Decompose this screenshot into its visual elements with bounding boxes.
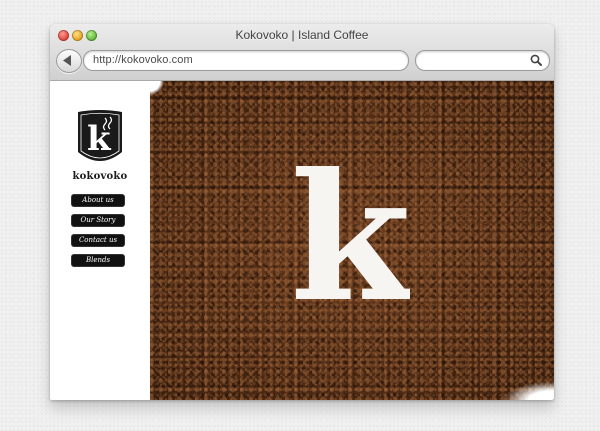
search-input[interactable] bbox=[415, 50, 550, 71]
page-content: k kokovoko About us Our Story Contact us… bbox=[50, 81, 554, 400]
nav-blends[interactable]: Blends bbox=[72, 255, 124, 266]
back-arrow-icon bbox=[63, 55, 71, 66]
nav-our-story[interactable]: Our Story bbox=[72, 215, 124, 226]
brand-name: kokovoko bbox=[72, 171, 128, 182]
hero-corner-highlight bbox=[150, 81, 166, 99]
hero-coffee-image: k bbox=[150, 81, 554, 400]
browser-window: Kokovoko | Island Coffee http://kokovoko… bbox=[50, 24, 554, 400]
url-text: http://kokovoko.com bbox=[93, 54, 193, 66]
address-bar[interactable]: http://kokovoko.com bbox=[83, 50, 409, 71]
svg-text:k: k bbox=[290, 151, 410, 301]
nav-about-us[interactable]: About us bbox=[72, 195, 124, 206]
hero-corner-highlight bbox=[494, 378, 554, 400]
window-title: Kokovoko | Island Coffee bbox=[235, 28, 369, 42]
back-button[interactable] bbox=[56, 49, 82, 73]
k-letter-stencil-icon: k bbox=[290, 151, 410, 301]
browser-toolbar: Kokovoko | Island Coffee http://kokovoko… bbox=[50, 24, 554, 81]
nav-contact-us[interactable]: Contact us bbox=[72, 235, 124, 246]
search-icon bbox=[530, 54, 542, 66]
sidebar: k kokovoko About us Our Story Contact us… bbox=[50, 81, 150, 400]
kokovoko-logo-icon[interactable]: k bbox=[75, 108, 125, 170]
